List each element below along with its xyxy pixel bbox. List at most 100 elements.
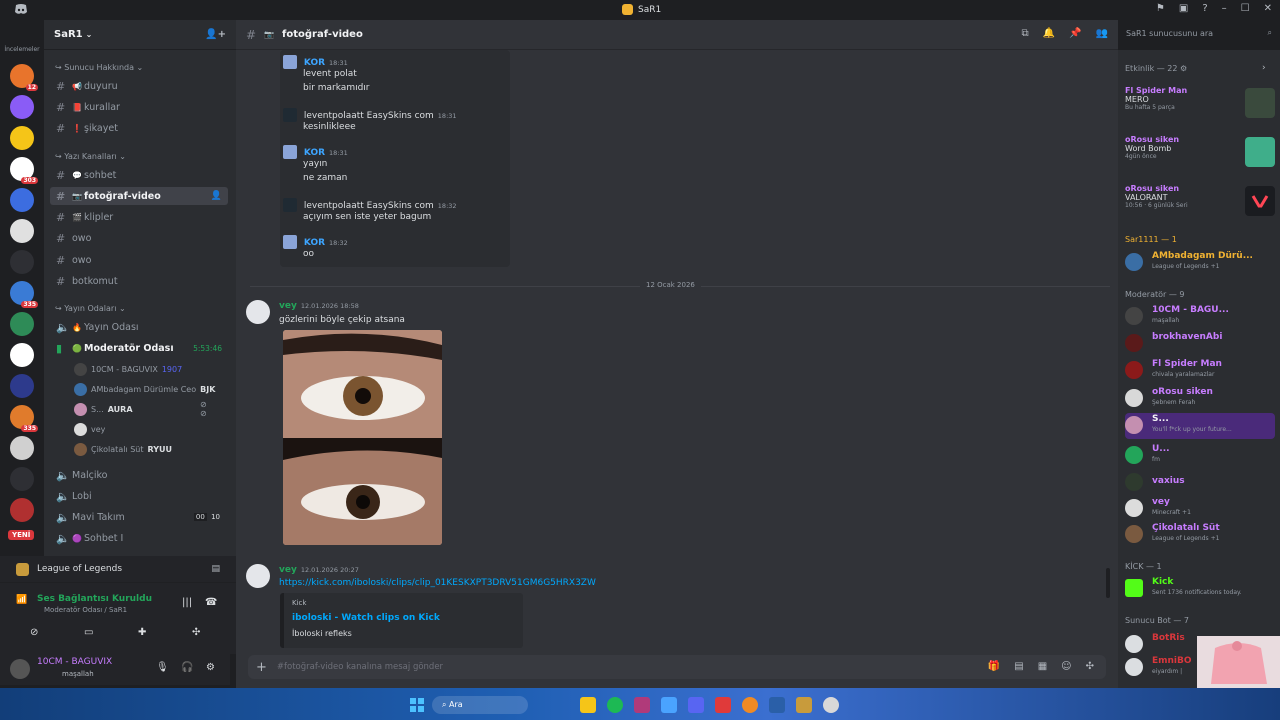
noise-icon[interactable]: ||| — [182, 597, 192, 608]
server-icon[interactable] — [10, 188, 34, 212]
activity-panel[interactable]: League of Legends ▤ — [0, 556, 236, 582]
add-attachment-icon[interactable]: + — [256, 660, 267, 675]
member-item[interactable]: 10CM - BAGU... maşallah — [1125, 304, 1275, 330]
disconnect-icon[interactable]: ☎ — [205, 597, 217, 608]
scrollbar[interactable] — [1106, 568, 1110, 598]
category-about[interactable]: ↪ Sunucu Hakkında ⌄ — [55, 63, 143, 72]
server-header[interactable]: SaR1 ⌄ 👤+ — [44, 20, 236, 50]
add-member-icon[interactable]: 👤 — [211, 191, 222, 201]
member-item[interactable]: S... You'll f*ck up your future... — [1125, 413, 1275, 439]
server-icon[interactable]: 303 — [10, 157, 38, 184]
member-item[interactable]: Çikolatalı Süt League of Legends +1 — [1125, 522, 1275, 548]
soundboard-icon[interactable]: ✣ — [192, 627, 200, 638]
new-badge[interactable]: YENİ — [8, 530, 35, 540]
voice-user[interactable]: 10CM - BAGUVIX 1907 — [74, 360, 182, 378]
app-icon[interactable] — [634, 697, 650, 713]
maximize-button[interactable]: ☐ — [1241, 3, 1250, 14]
spotify-icon[interactable] — [607, 697, 623, 713]
sticker-icon[interactable]: ▦ — [1038, 661, 1047, 672]
member-item[interactable]: vaxius — [1125, 470, 1275, 496]
voice-channel-mavi-takim[interactable]: 🔈 Mavi Takım 00 10 — [50, 508, 228, 526]
channel-owo-2[interactable]: # owo — [50, 251, 228, 269]
channel-duyuru[interactable]: # 📢 duyuru — [50, 77, 228, 95]
discord-icon[interactable] — [688, 697, 704, 713]
gift-icon[interactable]: 🎁 — [988, 661, 1000, 672]
close-button[interactable]: ✕ — [1264, 3, 1272, 14]
invite-icon[interactable]: 👤+ — [205, 29, 226, 40]
category-voice[interactable]: ↪ Yayın Odaları ⌄ — [55, 304, 126, 313]
chevron-right-icon[interactable]: › — [1262, 63, 1266, 73]
activities-icon[interactable]: ✚ — [138, 627, 146, 638]
avatar[interactable] — [246, 300, 270, 324]
apps-icon[interactable]: ✣ — [1086, 661, 1094, 672]
server-icon[interactable] — [10, 436, 34, 460]
server-icon[interactable] — [10, 126, 34, 150]
app-icon[interactable] — [742, 697, 758, 713]
headphones-icon[interactable]: 🎧 — [181, 662, 193, 673]
voice-channel-malciko[interactable]: 🔈 Malçiko — [50, 466, 228, 484]
voice-channel-sohbet-1[interactable]: 🔈 🟣 Sohbet I — [50, 529, 228, 547]
screen-share-icon[interactable]: ▭ — [84, 627, 93, 638]
mic-icon[interactable]: 🎙 — [156, 662, 169, 673]
server-icon[interactable] — [10, 343, 34, 367]
member-item[interactable]: Kick Sent 1736 notifications today. — [1125, 576, 1275, 602]
voice-user[interactable]: S... AURA ⊘ ⊘ — [74, 400, 207, 418]
channel-botkomut[interactable]: # botkomut — [50, 272, 228, 290]
activity-card[interactable]: oRosu siken VALORANT 10:56 · 6 günlük Se… — [1125, 184, 1275, 230]
voice-channel-moderator-odasi[interactable]: ▮ 🟢 Moderatör Odası 5:53:46 — [50, 339, 228, 357]
member-item[interactable]: brokhavenAbi — [1125, 331, 1275, 357]
minimize-button[interactable]: – — [1222, 3, 1227, 14]
file-explorer-icon[interactable] — [580, 697, 596, 713]
server-icon[interactable] — [10, 374, 34, 398]
activity-card[interactable]: Fl Spider Man MERO Bu hafta 5 parça — [1125, 86, 1275, 132]
avatar[interactable] — [10, 659, 30, 679]
windows-start-icon[interactable] — [410, 698, 424, 712]
camera-off-icon[interactable]: ⊘ — [30, 627, 38, 638]
voice-user[interactable]: AMbadagam Dürümle Ceo BJK — [74, 380, 215, 398]
server-icon[interactable] — [10, 95, 34, 119]
voice-user[interactable]: vey — [74, 420, 105, 438]
settings-gear-icon[interactable]: ⚙ — [206, 662, 215, 673]
channel-sohbet[interactable]: # 💬 sohbet — [50, 166, 228, 184]
voice-channel-yayin-odasi[interactable]: 🔈 🔥 Yayın Odası — [50, 318, 228, 336]
server-icon[interactable] — [10, 498, 34, 522]
server-icon[interactable] — [10, 219, 34, 243]
channel-klipler[interactable]: # 🎬 klipler — [50, 208, 228, 226]
channel-kurallar[interactable]: # 📕 kurallar — [50, 98, 228, 116]
pin-icon[interactable]: 📌 — [1069, 28, 1081, 39]
member-item[interactable]: AMbadagam Dürü... League of Legends +1 — [1125, 250, 1275, 276]
channel-owo[interactable]: # owo — [50, 229, 228, 247]
discord-logo-icon[interactable] — [14, 4, 28, 15]
member-item[interactable]: Fl Spider Man chivala yaralamazlar — [1125, 358, 1275, 384]
search-input[interactable]: SaR1 sunucusunu ara ⌕ — [1118, 24, 1280, 44]
threads-icon[interactable]: ⧉ — [1022, 28, 1029, 39]
gif-icon[interactable]: ▤ — [1014, 661, 1023, 672]
app-icon[interactable] — [715, 697, 731, 713]
league-icon[interactable] — [796, 697, 812, 713]
emoji-icon[interactable]: ☺ — [1061, 661, 1071, 672]
channel-sikayet[interactable]: # ❗ şikayet — [50, 119, 228, 137]
signal-icon[interactable]: 📶 — [16, 595, 27, 605]
voice-channel-lobi[interactable]: 🔈 Lobi — [50, 487, 228, 505]
bell-icon[interactable]: 🔔 — [1043, 28, 1055, 39]
help-icon[interactable]: ? — [1202, 3, 1207, 14]
message-composer[interactable]: + #fotoğraf-video kanalına mesaj gönder … — [248, 655, 1106, 679]
server-icon[interactable] — [10, 250, 34, 274]
activity-card[interactable]: oRosu siken Word Bomb 4gün önce — [1125, 135, 1275, 181]
screen-icon[interactable]: ▣ — [1179, 3, 1188, 14]
server-icon[interactable] — [10, 312, 34, 336]
obs-icon[interactable] — [823, 697, 839, 713]
app-icon[interactable] — [661, 697, 677, 713]
server-icon[interactable]: 335 — [10, 281, 38, 308]
members-icon[interactable]: 👥 — [1096, 28, 1108, 39]
member-item[interactable]: oRosu siken Şebnem Ferah — [1125, 386, 1275, 412]
server-icon[interactable]: 12 — [10, 64, 38, 91]
member-item[interactable]: vey Minecraft +1 — [1125, 496, 1275, 522]
taskbar-search[interactable]: ⌕ Ara — [432, 696, 528, 714]
inbox-icon[interactable]: ⚑ — [1156, 3, 1165, 14]
member-item[interactable]: U... fm — [1125, 443, 1275, 469]
activity-toggle-icon[interactable]: ▤ — [211, 564, 220, 574]
category-text[interactable]: ↪ Yazı Kanalları ⌄ — [55, 152, 126, 161]
voice-user[interactable]: Çikolatalı Süt RYUU — [74, 440, 172, 458]
server-icon[interactable] — [10, 467, 34, 491]
